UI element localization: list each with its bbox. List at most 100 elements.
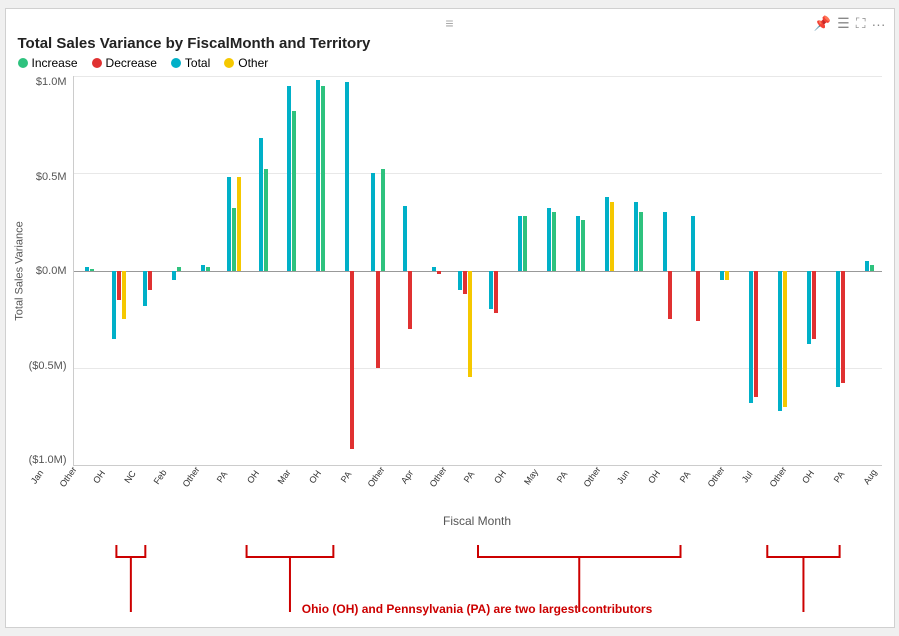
x-label: PA [338, 469, 353, 484]
bar [232, 208, 236, 270]
bar [117, 271, 121, 300]
bar [432, 267, 436, 271]
x-axis-area: Fiscal Month [73, 514, 882, 594]
bar-group [304, 76, 333, 465]
bar [778, 271, 782, 411]
bar [403, 206, 407, 270]
bar-group [420, 76, 449, 465]
bar [90, 269, 94, 271]
x-label: OH [91, 468, 107, 485]
bar [371, 173, 375, 270]
legend-dot-increase [18, 58, 28, 68]
bar-group [795, 76, 824, 465]
legend-other: Other [224, 56, 268, 70]
legend: Increase Decrease Total Other [18, 56, 882, 70]
bar [350, 271, 354, 450]
expand-icon[interactable]: ⛶ [856, 15, 866, 32]
bar-group [651, 76, 680, 465]
legend-label-decrease: Decrease [106, 56, 157, 70]
bar [749, 271, 753, 403]
legend-label-increase: Increase [32, 56, 78, 70]
bar-group [74, 76, 103, 465]
bar [754, 271, 758, 397]
bar [610, 202, 614, 270]
x-label: OH [307, 468, 323, 485]
bar [668, 271, 672, 320]
bar [237, 177, 241, 270]
bar [381, 169, 385, 270]
x-label: Apr [399, 468, 415, 485]
bar-group [218, 76, 247, 465]
bar [581, 220, 585, 271]
bar [177, 267, 181, 271]
bar [783, 271, 787, 407]
bar-group [449, 76, 478, 465]
bar-group [478, 76, 507, 465]
bar [807, 271, 811, 345]
y-axis-outer-label: Total Sales Variance [13, 221, 25, 320]
pin-icon[interactable]: 📌 [814, 15, 831, 32]
x-label: PA [462, 469, 477, 484]
filter-icon[interactable]: ☰ [837, 15, 850, 32]
x-label: OH [245, 468, 261, 485]
bar-group [766, 76, 795, 465]
bar [376, 271, 380, 368]
bar-group [276, 76, 305, 465]
bar [292, 111, 296, 270]
x-label: NC [122, 468, 138, 484]
x-label: Jul [739, 469, 754, 484]
top-icons: 📌 ☰ ⛶ ··· [814, 15, 886, 32]
bar [639, 212, 643, 270]
bar [552, 212, 556, 270]
bar [172, 271, 176, 281]
y-axis: Total Sales Variance $1.0M $0.5M $0.0M (… [18, 76, 73, 466]
bar [345, 82, 349, 271]
y-tick-4: $0.5M [36, 171, 67, 183]
x-label: Other [767, 465, 788, 489]
more-icon[interactable]: ··· [872, 16, 886, 32]
x-label: PA [215, 469, 230, 484]
bar [227, 177, 231, 270]
bar [201, 265, 205, 271]
bar [206, 267, 210, 271]
bar-group [737, 76, 766, 465]
bar [865, 261, 869, 271]
bar [812, 271, 816, 339]
bar [264, 169, 268, 270]
bar-group [247, 76, 276, 465]
x-label: Mar [275, 467, 292, 485]
bar-group [564, 76, 593, 465]
legend-dot-decrease [92, 58, 102, 68]
x-label: Other [582, 465, 603, 489]
bar [836, 271, 840, 388]
x-label: OH [646, 468, 662, 485]
legend-label-other: Other [238, 56, 268, 70]
bar [287, 86, 291, 271]
drag-handle: ≡ [445, 15, 453, 31]
bar [691, 216, 695, 270]
legend-total: Total [171, 56, 210, 70]
bar [696, 271, 700, 322]
bar-group [333, 76, 362, 465]
chart-inner [73, 76, 882, 466]
x-label: PA [554, 469, 569, 484]
bar-group [622, 76, 651, 465]
bar [437, 271, 441, 275]
y-tick-3: $0.0M [36, 265, 67, 277]
bar [321, 86, 325, 271]
bar [463, 271, 467, 294]
x-label: OH [800, 468, 816, 485]
bar-group [824, 76, 853, 465]
bar-group [680, 76, 709, 465]
bar [841, 271, 845, 384]
legend-label-total: Total [185, 56, 210, 70]
bar-group [362, 76, 391, 465]
y-tick-5: $1.0M [36, 76, 67, 88]
bar-group [535, 76, 564, 465]
legend-dot-other [224, 58, 234, 68]
annotation-container: Ohio (OH) and Pennsylvania (PA) are two … [73, 602, 882, 616]
chart-area: Total Sales Variance $1.0M $0.5M $0.0M (… [18, 76, 882, 466]
chart-card: ≡ 📌 ☰ ⛶ ··· Total Sales Variance by Fisc… [5, 8, 895, 628]
bar-group [131, 76, 160, 465]
bar [122, 271, 126, 320]
